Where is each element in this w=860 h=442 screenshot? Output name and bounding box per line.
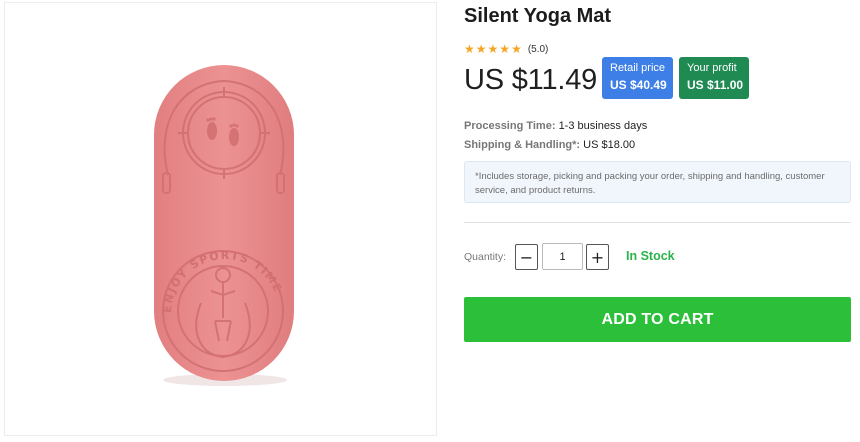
processing-time-value: 1-3 business days	[558, 120, 648, 132]
retail-price-label: Retail price	[610, 62, 666, 74]
quantity-decrease-button[interactable]: −	[515, 244, 538, 270]
profit-badge: Your profit US $11.00	[679, 57, 749, 99]
plus-icon: +	[590, 247, 605, 267]
processing-time-label: Processing Time:	[464, 120, 556, 132]
stock-status: In Stock	[626, 249, 675, 263]
profit-label: Your profit	[687, 62, 737, 74]
retail-price-badge: Retail price US $40.49	[602, 57, 673, 99]
shipping-handling: Shipping & Handling*: US $18.00	[464, 139, 635, 151]
minus-icon: −	[519, 247, 534, 267]
product-details: Silent Yoga Mat ★ ★ ★ ★ ★ (5.0) US $11.4…	[464, 0, 852, 442]
rating-score: (5.0)	[527, 43, 549, 55]
product-title: Silent Yoga Mat	[464, 5, 612, 27]
profit-value: US $11.00	[687, 78, 744, 92]
star-icon: ★	[511, 42, 522, 56]
quantity-label: Quantity:	[464, 251, 507, 263]
star-icon: ★	[475, 42, 487, 56]
star-icon: ★	[464, 42, 475, 56]
quantity-increase-button[interactable]: +	[586, 244, 609, 270]
shipping-note: *Includes storage, picking and packing y…	[464, 161, 851, 203]
product-price: US $11.49	[464, 64, 598, 96]
product-image-panel: ENJOY SPORTS TIME	[4, 2, 437, 436]
product-image[interactable]: ENJOY SPORTS TIME	[5, 3, 438, 437]
processing-time: Processing Time: 1-3 business days	[464, 120, 647, 132]
retail-price-value: US $40.49	[610, 78, 667, 92]
rating-stars: ★ ★ ★ ★ ★	[464, 43, 522, 55]
star-icon: ★	[487, 42, 499, 56]
add-to-cart-button[interactable]: ADD TO CART	[464, 297, 851, 342]
quantity-input[interactable]	[542, 243, 583, 270]
divider	[464, 222, 851, 223]
shipping-label: Shipping & Handling*:	[464, 139, 581, 151]
product-rating: ★ ★ ★ ★ ★ (5.0)	[464, 43, 548, 55]
star-icon: ★	[499, 42, 511, 56]
shipping-value: US $18.00	[583, 139, 636, 151]
